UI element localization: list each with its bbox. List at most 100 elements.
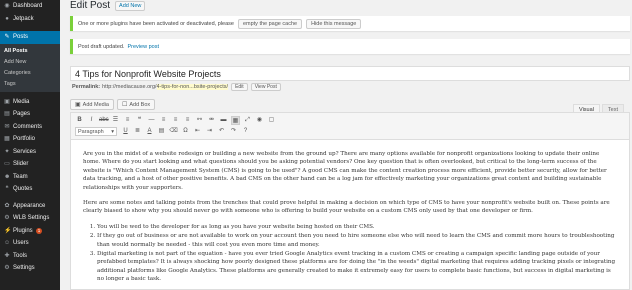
format-select[interactable]: Paragraph ▾ xyxy=(75,127,117,136)
sidebar-item-tools[interactable]: ✚ Tools xyxy=(0,250,60,263)
sidebar-item-portfolio[interactable]: ▦ Portfolio xyxy=(0,133,60,146)
post-title-input[interactable] xyxy=(70,66,630,81)
permalink-label: Permalink: xyxy=(72,84,101,90)
submenu-add-new[interactable]: Add New xyxy=(0,57,60,68)
plugins-icon: ⚡ xyxy=(4,227,12,234)
justify-icon[interactable]: ≣ xyxy=(133,127,142,136)
toolbar-row-2: Paragraph ▾ U ≣ A ▤ ⌫ Ω ⇤ ⇥ ↶ ↷ ? xyxy=(75,126,625,137)
sidebar-item-label: WLB Settings xyxy=(13,215,50,222)
horizontal-line-icon[interactable]: — xyxy=(147,116,156,125)
align-right-icon[interactable]: ≡ xyxy=(183,116,192,125)
sidebar-item-label: Slider xyxy=(13,161,29,168)
sidebar-item-slider[interactable]: ▭ Slider xyxy=(0,158,60,171)
special-character-icon[interactable]: Ω xyxy=(181,127,190,136)
sidebar-item-label: Jetpack xyxy=(13,15,34,22)
users-icon: ☺ xyxy=(4,240,11,247)
link-icon[interactable]: ⚯ xyxy=(195,116,204,125)
sidebar-item-posts[interactable]: ✎ Posts xyxy=(0,31,60,44)
sidebar-item-media[interactable]: ▣ Media xyxy=(0,96,60,109)
editor-content[interactable]: Are you in the midst of a website redesi… xyxy=(71,140,629,290)
submenu-categories[interactable]: Categories xyxy=(0,68,60,79)
submenu-tags[interactable]: Tags xyxy=(0,79,60,90)
sidebar-item-dashboard[interactable]: ◉ Dashboard xyxy=(0,0,60,13)
redo-icon[interactable]: ↷ xyxy=(229,127,238,136)
permalink-slug[interactable]: 4-tips-for-non...bsite-projects/ xyxy=(156,84,229,90)
draft-updated-notice: Post draft updated. Preview post xyxy=(70,39,630,54)
sidebar-item-label: Quotes xyxy=(13,186,33,193)
sidebar-item-pages[interactable]: ▤ Pages xyxy=(0,108,60,121)
text-color-icon[interactable]: A xyxy=(145,127,154,136)
undo-icon[interactable]: ↶ xyxy=(217,127,226,136)
list-item: If they go out of business or are not av… xyxy=(97,232,617,249)
align-left-icon[interactable]: ≡ xyxy=(159,116,168,125)
post-editor: B I abc ☰ ≡ ❝ — ≡ ≡ ≡ ⚯ ⚮ ▬ ▦ ⤢ ◉ ▢ Para… xyxy=(70,112,630,290)
sidebar-item-wlb-settings[interactable]: ⚙ WLB Settings xyxy=(0,212,60,225)
services-icon: ✦ xyxy=(4,148,10,155)
editor-toolbar: B I abc ☰ ≡ ❝ — ≡ ≡ ≡ ⚯ ⚮ ▬ ▦ ⤢ ◉ ▢ Para… xyxy=(71,113,629,140)
add-new-button[interactable]: Add New xyxy=(115,0,146,11)
main-content: Edit Post Add New One or more plugins ha… xyxy=(60,0,632,290)
view-post-button[interactable]: View Post xyxy=(250,83,281,91)
media-buttons: ▣ Add Media ☐ Add Box xyxy=(70,99,158,110)
numbered-list-icon[interactable]: ≡ xyxy=(123,116,132,125)
portfolio-icon: ▦ xyxy=(4,136,10,143)
add-box-button[interactable]: ☐ Add Box xyxy=(116,99,156,110)
sidebar-item-team[interactable]: ☻ Team xyxy=(0,171,60,184)
pages-icon: ▤ xyxy=(4,111,10,118)
notice-text: One or more plugins have been activated … xyxy=(78,20,234,27)
sidebar-item-appearance[interactable]: ✿ Appearance xyxy=(0,200,60,213)
list-item: Digital marketing is not part of the equ… xyxy=(97,250,617,284)
sidebar-item-services[interactable]: ✦ Services xyxy=(0,146,60,159)
team-icon: ☻ xyxy=(4,173,11,180)
strikethrough-icon[interactable]: abc xyxy=(99,116,109,125)
content-paragraph: Here are some notes and talking points f… xyxy=(83,200,610,215)
sidebar-item-comments[interactable]: ✉ Comments xyxy=(0,121,60,134)
posts-submenu: All Posts Add New Categories Tags xyxy=(0,43,60,92)
quotes-icon: ❝ xyxy=(5,186,9,193)
blockquote-icon[interactable]: ❝ xyxy=(135,116,144,125)
indent-icon[interactable]: ⇥ xyxy=(205,127,214,136)
sidebar-item-label: Appearance xyxy=(13,202,46,209)
add-media-button[interactable]: ▣ Add Media xyxy=(70,99,114,110)
media-icon: ▣ xyxy=(4,98,10,105)
edit-permalink-button[interactable]: Edit xyxy=(231,83,248,91)
plugin-box-icon[interactable]: ▢ xyxy=(267,116,276,125)
fullscreen-icon[interactable]: ⤢ xyxy=(243,116,252,125)
sidebar-item-jetpack[interactable]: ● Jetpack xyxy=(0,13,60,26)
sidebar-item-label: Settings xyxy=(13,265,35,272)
underline-icon[interactable]: U xyxy=(121,127,130,136)
admin-sidebar: ◉ Dashboard ● Jetpack ✎ Posts All Posts … xyxy=(0,0,60,290)
read-more-icon[interactable]: ▬ xyxy=(219,116,228,125)
unlink-icon[interactable]: ⚮ xyxy=(207,116,216,125)
tools-icon: ✚ xyxy=(4,252,10,259)
sidebar-item-plugins[interactable]: ⚡ Plugins 1 xyxy=(0,225,60,238)
add-media-label: Add Media xyxy=(82,101,109,108)
toolbar-toggle-icon[interactable]: ▦ xyxy=(231,116,240,125)
sidebar-item-label: Portfolio xyxy=(13,136,36,143)
outdent-icon[interactable]: ⇤ xyxy=(193,127,202,136)
wlb-settings-icon: ⚙ xyxy=(4,215,10,222)
sidebar-item-quotes[interactable]: ❝ Quotes xyxy=(0,183,60,196)
preview-post-link[interactable]: Preview post xyxy=(127,44,159,50)
hide-message-button[interactable]: Hide this message xyxy=(306,18,362,29)
sidebar-item-users[interactable]: ☺ Users xyxy=(0,237,60,250)
chevron-down-icon: ▾ xyxy=(111,129,114,135)
italic-icon[interactable]: I xyxy=(87,116,96,125)
plugin-eye-icon[interactable]: ◉ xyxy=(255,116,264,125)
help-icon[interactable]: ? xyxy=(241,127,250,136)
add-box-label: Add Box xyxy=(129,101,151,108)
jetpack-icon: ● xyxy=(5,15,9,22)
paste-text-icon[interactable]: ▤ xyxy=(157,127,166,136)
page-header: Edit Post Add New xyxy=(70,0,146,11)
slider-icon: ▭ xyxy=(4,161,10,168)
bold-icon[interactable]: B xyxy=(75,116,84,125)
plugins-notice: One or more plugins have been activated … xyxy=(70,16,630,31)
sidebar-item-settings[interactable]: ⚙ Settings xyxy=(0,262,60,275)
align-center-icon[interactable]: ≡ xyxy=(171,116,180,125)
bullet-list-icon[interactable]: ☰ xyxy=(111,116,120,125)
permalink-base: http://mediacause.org/ xyxy=(102,84,157,90)
empty-cache-button[interactable]: empty the page cache xyxy=(237,18,303,29)
submenu-all-posts[interactable]: All Posts xyxy=(0,46,60,57)
clear-formatting-icon[interactable]: ⌫ xyxy=(169,127,178,136)
list-item: You will be wed to the developer for as … xyxy=(97,223,617,231)
